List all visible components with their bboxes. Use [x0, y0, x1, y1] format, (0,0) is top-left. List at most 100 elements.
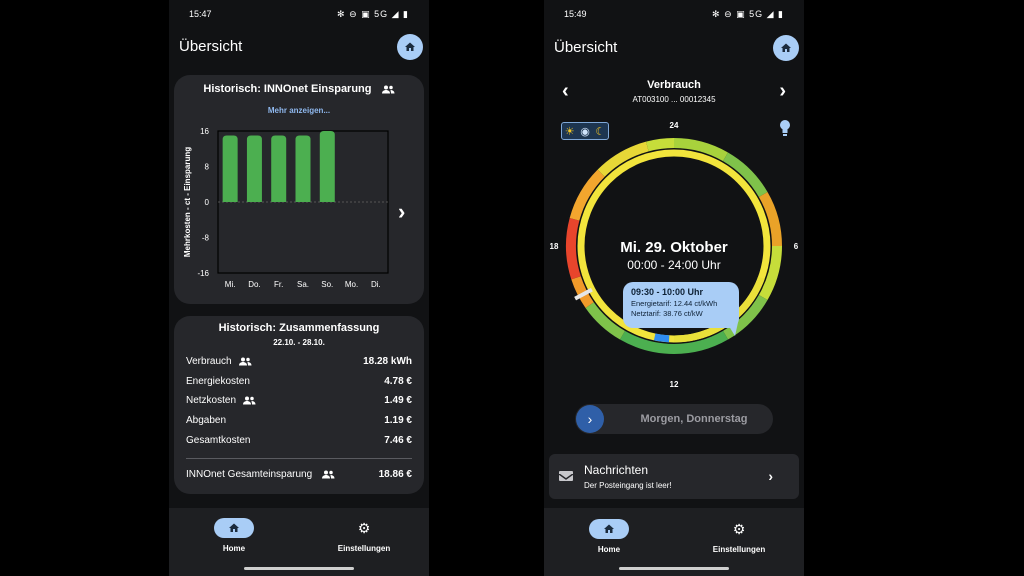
group-icon — [243, 396, 256, 405]
home-icon — [604, 524, 614, 533]
page-title: Übersicht — [179, 38, 243, 55]
summary-row: Verbrauch 18.28 kWh — [186, 356, 412, 370]
summary-row-label: Verbrauch — [186, 356, 252, 367]
tooltip-tail — [724, 318, 739, 336]
savings-chart-card: Historisch: INNOnet Einsparung Mehr anze… — [174, 75, 424, 304]
chart-card-title: Historisch: INNOnet Einsparung — [174, 83, 424, 95]
total-savings-row: INNOnet Gesamteinsparung 18.86 € — [186, 469, 412, 483]
y-tick-label: -8 — [202, 234, 210, 243]
status-time: 15:49 — [564, 9, 587, 19]
summary-row: Energiekosten 4.78 € — [186, 376, 412, 390]
summary-row-value: 7.46 € — [384, 434, 412, 446]
phone-left: 15:47 ✻ ⊖ ▣ 5G ◢ ▮ Übersicht Historisch:… — [169, 0, 429, 576]
bottom-navigation: Home ⚙ Einstellungen — [544, 508, 804, 576]
group-icon — [321, 470, 335, 479]
x-tick-label: Fr. — [274, 280, 283, 289]
bar — [222, 135, 238, 202]
home-icon — [781, 43, 791, 52]
next-meter-button[interactable]: › — [779, 80, 786, 103]
summary-card: Historisch: Zusammenfassung 22.10. - 28.… — [174, 316, 424, 494]
bar — [295, 135, 311, 202]
summary-row-value: 1.49 € — [384, 395, 412, 407]
current-slot-marker — [653, 333, 670, 343]
y-tick-label: 16 — [200, 127, 209, 136]
status-icons: ✻ ⊖ ▣ 5G ◢ ▮ — [712, 9, 784, 19]
y-axis-label: Mehrkosten - ct - Einsparung — [183, 147, 192, 257]
clock-label-12: 12 — [670, 380, 679, 388]
divider — [186, 458, 412, 459]
x-tick-label: So. — [321, 280, 333, 289]
bar — [319, 131, 335, 202]
summary-row-label-text: Netzkosten — [186, 395, 237, 407]
status-icons: ✻ ⊖ ▣ 5G ◢ ▮ — [337, 9, 409, 19]
bottom-navigation: Home ⚙ Einstellungen — [169, 508, 429, 576]
total-savings-label-text: INNOnet Gesamteinsparung — [186, 469, 313, 480]
home-button[interactable] — [773, 35, 799, 61]
chart-next-button[interactable]: › — [398, 201, 405, 223]
home-button[interactable] — [397, 34, 423, 60]
summary-row-label-text: Energiekosten — [186, 375, 250, 387]
group-icon — [381, 85, 395, 94]
gear-icon: ⚙ — [732, 520, 746, 537]
nav-settings-pill: ⚙ — [719, 519, 759, 539]
grid-tariff-segment — [646, 138, 675, 152]
summary-row-label: Gesamtkosten — [186, 435, 250, 446]
summary-row: Abgaben 1.19 € — [186, 415, 412, 429]
total-savings-value: 18.86 € — [378, 469, 412, 480]
summary-row-value: 4.78 € — [384, 375, 412, 387]
app-bar: Übersicht — [169, 28, 429, 64]
bar — [246, 135, 262, 202]
nav-settings-label: Einstellungen — [712, 545, 766, 554]
nav-settings[interactable]: ⚙ Einstellungen — [314, 518, 414, 554]
clock-date: Mi. 29. Oktober — [620, 239, 728, 256]
savings-bar-chart: 16 8 0 -8 -16 Mehrkosten - ct - Einsparung Mi.… — [183, 127, 389, 289]
meter-id: AT003100 ... 00012345 — [632, 95, 716, 104]
nav-home[interactable]: Home — [184, 518, 284, 553]
summary-row-value: 18.28 kWh — [363, 356, 412, 367]
y-tick-label: 0 — [205, 198, 210, 207]
app-bar: Übersicht — [544, 28, 804, 68]
more-link[interactable]: Mehr anzeigen... — [174, 106, 424, 115]
summary-row-label-text: Gesamtkosten — [186, 434, 251, 446]
home-icon — [405, 42, 415, 51]
summary-row: Gesamtkosten 7.46 € — [186, 435, 412, 449]
summary-date-range: 22.10. - 28.10. — [273, 338, 325, 347]
nav-settings-label: Einstellungen — [337, 544, 391, 553]
nav-settings[interactable]: ⚙ Einstellungen — [689, 519, 789, 555]
mail-icon — [558, 471, 574, 481]
x-tick-label: Sa. — [297, 280, 309, 289]
clock-label-24: 24 — [670, 121, 679, 130]
phone-right: 15:49 ✻ ⊖ ▣ 5G ◢ ▮ Übersicht ‹ Verbrauch… — [544, 0, 804, 576]
tomorrow-button[interactable]: › Morgen, Donnerstag — [575, 404, 773, 434]
page-title: Übersicht — [554, 39, 618, 56]
x-tick-label: Do. — [248, 280, 260, 289]
meter-title: Verbrauch — [647, 79, 701, 91]
gear-icon: ⚙ — [357, 519, 371, 536]
tooltip-grid: Netztarif: 38.76 ct/kW — [631, 309, 703, 318]
nav-settings-pill: ⚙ — [344, 518, 384, 538]
nav-home[interactable]: Home — [559, 519, 659, 554]
bar — [271, 135, 287, 202]
summary-title: Historisch: Zusammenfassung — [218, 322, 380, 334]
summary-row-label-text: Abgaben — [186, 415, 227, 427]
tooltip-energy: Energietarif: 12.44 ct/kWh — [631, 299, 718, 308]
summary-row-value: 1.19 € — [384, 415, 412, 427]
x-tick-label: Di. — [371, 280, 381, 289]
tooltip-time: 09:30 - 10:00 Uhr — [631, 287, 704, 297]
summary-row-label: Netzkosten — [186, 395, 256, 406]
nav-home-label: Home — [222, 544, 246, 553]
chart-card-title-text: Historisch: INNOnet Einsparung — [203, 83, 372, 95]
summary-row-label: Abgaben — [186, 415, 226, 426]
gesture-bar — [244, 567, 354, 570]
clock-range: 00:00 - 24:00 Uhr — [627, 258, 721, 272]
nav-home-pill — [214, 518, 254, 538]
y-tick-label: 8 — [205, 163, 210, 172]
gesture-bar — [619, 567, 729, 570]
messages-subtitle: Der Posteingang ist leer! — [584, 481, 672, 490]
status-bar: 15:47 ✻ ⊖ ▣ 5G ◢ ▮ — [169, 0, 429, 28]
messages-card[interactable]: Nachrichten Der Posteingang ist leer! › — [549, 454, 799, 499]
total-savings-label: INNOnet Gesamteinsparung — [186, 469, 335, 480]
summary-row-label-text: Verbrauch — [186, 356, 232, 367]
x-tick-label: Mo. — [345, 280, 358, 289]
summary-row-label: Energiekosten — [186, 376, 250, 387]
